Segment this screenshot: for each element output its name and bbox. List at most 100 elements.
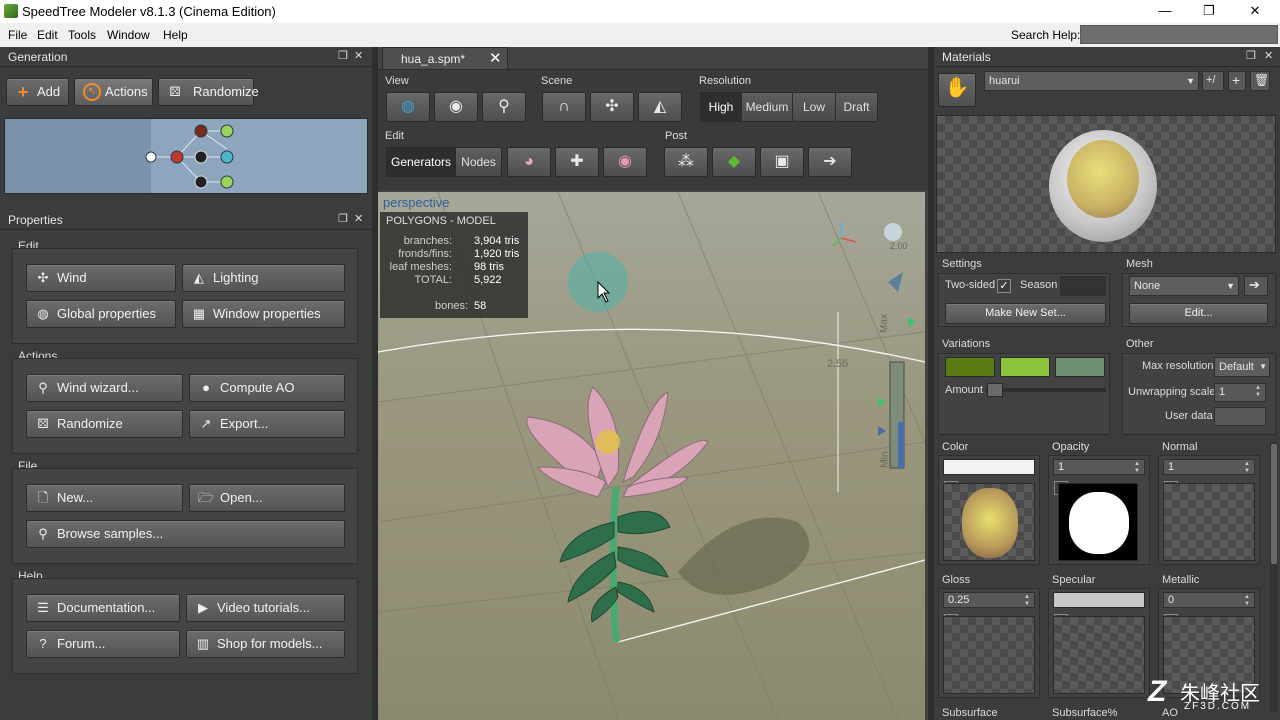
material-selector[interactable]: huarui ▼	[984, 71, 1199, 91]
video-tutorials-button[interactable]: ▶ Video tutorials...	[186, 594, 345, 622]
magnet-icon[interactable]: ∩	[542, 92, 586, 122]
gloss-input[interactable]: 0.25 ▲ ▼	[943, 592, 1035, 608]
gloss-texture-thumb[interactable]	[943, 616, 1035, 694]
amount-slider-track[interactable]	[986, 388, 1106, 392]
float-panel-icon[interactable]: ❐	[338, 49, 348, 62]
node-graph[interactable]	[4, 118, 368, 194]
variation-color-3[interactable]	[1055, 357, 1105, 377]
nodes-tab[interactable]: Nodes	[455, 147, 502, 177]
randomize-gen-button[interactable]: ⚄ Randomize	[158, 78, 259, 106]
export-button[interactable]: ↗ Export...	[189, 410, 345, 438]
actions-button[interactable]: ↖ Actions	[74, 78, 153, 106]
close-panel-icon[interactable]: ✕	[1264, 49, 1273, 62]
viewport-3d[interactable]: perspective 2.55 2.00 Max Min POLYGONS -…	[378, 192, 925, 720]
paint-icon[interactable]: ◕	[507, 147, 551, 177]
variation-color-1[interactable]	[945, 357, 995, 377]
spinner-icon[interactable]: ▲ ▼	[1244, 461, 1252, 475]
variations-label: Variations	[942, 338, 991, 350]
mesh-selector[interactable]: None ▼	[1129, 276, 1239, 296]
edit-mesh-button[interactable]: Edit...	[1129, 303, 1268, 324]
amount-slider-handle[interactable]	[987, 383, 1003, 397]
specular-texture-thumb[interactable]	[1053, 616, 1145, 694]
mesh-apply-arrow-icon[interactable]: ➔	[1244, 276, 1268, 296]
max-resolution-select[interactable]: Default ▼	[1214, 357, 1270, 377]
compute-ao-button[interactable]: ● Compute AO	[189, 374, 345, 402]
spinner-icon[interactable]: ▲ ▼	[1244, 594, 1252, 608]
browse-samples-button[interactable]: ⚲ Browse samples...	[26, 520, 345, 548]
settings-label: Settings	[942, 258, 982, 270]
zoom-icon[interactable]: ⚲	[482, 92, 526, 122]
add-node-icon[interactable]: ✚	[555, 147, 599, 177]
global-properties-button[interactable]: ◍ Global properties	[26, 300, 176, 328]
spheres-icon[interactable]: ⁂	[664, 147, 708, 177]
normal-texture-thumb[interactable]	[1163, 483, 1255, 561]
fan-icon[interactable]: ✣	[590, 92, 634, 122]
opacity-input[interactable]: 1 ▲ ▼	[1053, 459, 1145, 475]
close-panel-icon[interactable]: ✕	[354, 212, 363, 225]
hand-tool-icon[interactable]: ✋	[938, 73, 976, 107]
menu-tools[interactable]: Tools	[68, 28, 96, 42]
lighting-button[interactable]: ◭ Lighting	[182, 264, 345, 292]
new-button[interactable]: 🗋 New...	[26, 484, 183, 512]
add-button-label: Add	[37, 84, 61, 99]
materials-scrollbar[interactable]	[1270, 442, 1278, 712]
season-field[interactable]	[1060, 276, 1106, 296]
add-button[interactable]: + Add	[6, 78, 69, 106]
menu-help[interactable]: Help	[163, 28, 188, 42]
specular-swatch[interactable]	[1053, 592, 1145, 608]
materials-panel-title: Materials	[934, 47, 1280, 67]
resolution-draft[interactable]: Draft	[835, 92, 878, 122]
resolution-low[interactable]: Low	[792, 92, 836, 122]
documentation-button[interactable]: ☰ Documentation...	[26, 594, 180, 622]
eye-icon[interactable]: ◉	[603, 147, 647, 177]
unwrapping-scale-input[interactable]: 1 ▲ ▼	[1214, 383, 1266, 402]
menu-window[interactable]: Window	[107, 28, 150, 42]
scrollbar-thumb[interactable]	[1271, 444, 1277, 564]
user-data-input[interactable]	[1214, 407, 1266, 426]
two-sided-checkbox[interactable]: ✓	[997, 279, 1011, 293]
spinner-icon[interactable]: ▲ ▼	[1024, 594, 1032, 608]
float-panel-icon[interactable]: ❐	[338, 212, 348, 225]
variation-color-2[interactable]	[1000, 357, 1050, 377]
search-help-label: Search Help:	[1011, 28, 1081, 42]
color-texture-thumb[interactable]	[943, 483, 1035, 561]
shop-button[interactable]: ▥ Shop for models...	[186, 630, 345, 658]
globe-view-icon[interactable]: ◍	[386, 92, 430, 122]
window-properties-button[interactable]: ▦ Window properties	[182, 300, 345, 328]
image-export-icon[interactable]: ▣	[760, 147, 804, 177]
wind-button[interactable]: ✣ Wind	[26, 264, 176, 292]
open-button[interactable]: 🗁 Open...	[189, 484, 345, 512]
mesh-label: Mesh	[1126, 258, 1153, 270]
close-panel-icon[interactable]: ✕	[354, 49, 363, 62]
float-panel-icon[interactable]: ❐	[1246, 49, 1256, 62]
search-help-input[interactable]	[1080, 25, 1278, 44]
normal-input[interactable]: 1 ▲ ▼	[1163, 459, 1255, 475]
color-swatch[interactable]	[943, 459, 1035, 475]
leaf-icon[interactable]: ◆	[712, 147, 756, 177]
resolution-medium[interactable]: Medium	[741, 92, 793, 122]
spinner-icon[interactable]: ▲ ▼	[1255, 385, 1263, 399]
document-tab[interactable]: hua_a.spm* ✕	[382, 47, 508, 69]
resolution-high[interactable]: High	[700, 92, 742, 122]
spinner-icon[interactable]: ▲ ▼	[1134, 461, 1142, 475]
opacity-texture-thumb[interactable]	[1058, 483, 1138, 561]
close-tab-icon[interactable]: ✕	[489, 49, 502, 67]
minimize-button[interactable]: —	[1142, 0, 1188, 23]
plus-slash-button[interactable]: +/	[1202, 71, 1224, 91]
metallic-input[interactable]: 0 ▲ ▼	[1163, 592, 1255, 608]
generators-tab[interactable]: Generators	[386, 147, 456, 177]
close-window-button[interactable]: ✕	[1232, 0, 1278, 23]
menu-edit[interactable]: Edit	[37, 28, 58, 42]
make-new-set-button[interactable]: Make New Set...	[945, 303, 1106, 324]
arrow-right-icon[interactable]: ➔	[808, 147, 852, 177]
forum-button[interactable]: ? Forum...	[26, 630, 180, 658]
add-material-icon[interactable]: +	[1228, 71, 1246, 91]
wind-wizard-button[interactable]: ⚲ Wind wizard...	[26, 374, 183, 402]
lamp-icon[interactable]: ◭	[638, 92, 682, 122]
menu-file[interactable]: File	[8, 28, 27, 42]
randomize-button[interactable]: ⚄ Randomize	[26, 410, 183, 438]
trash-icon[interactable]: 🗑	[1250, 71, 1270, 91]
globe-icon: ◍	[37, 306, 49, 321]
maximize-button[interactable]: ❐	[1186, 0, 1232, 23]
orbit-camera-icon[interactable]: ◉	[434, 92, 478, 122]
